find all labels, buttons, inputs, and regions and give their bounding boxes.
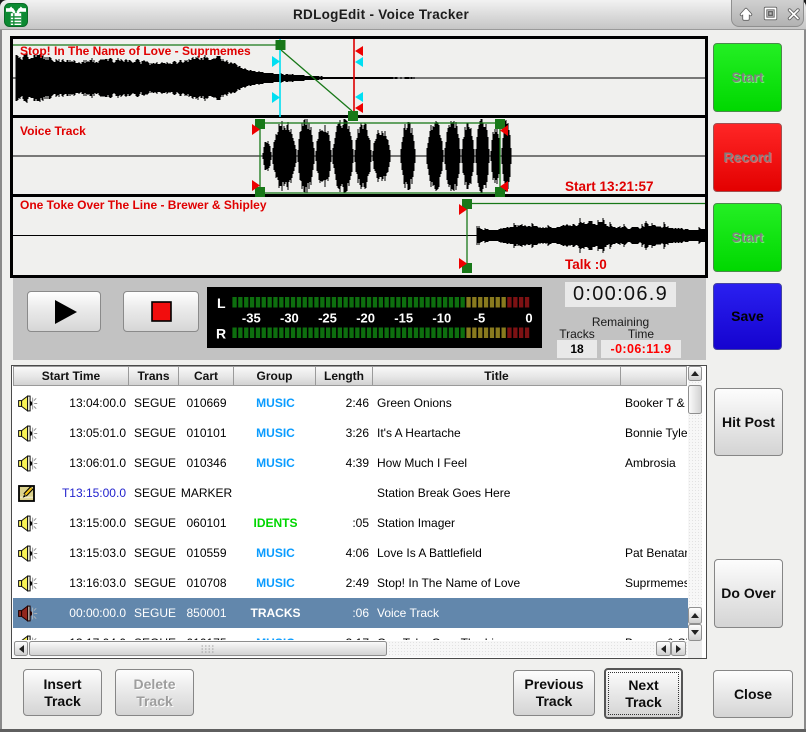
svg-text:R: R: [216, 326, 226, 342]
svg-text:L: L: [217, 295, 226, 311]
svg-text:-10: -10: [432, 311, 451, 326]
svg-text:-15: -15: [394, 311, 413, 326]
svg-text:-25: -25: [318, 311, 337, 326]
svg-text:-5: -5: [474, 311, 486, 326]
svg-text:-20: -20: [356, 311, 375, 326]
svg-text:-30: -30: [280, 311, 299, 326]
svg-text:-35: -35: [242, 311, 261, 326]
svg-text:0: 0: [525, 311, 532, 326]
